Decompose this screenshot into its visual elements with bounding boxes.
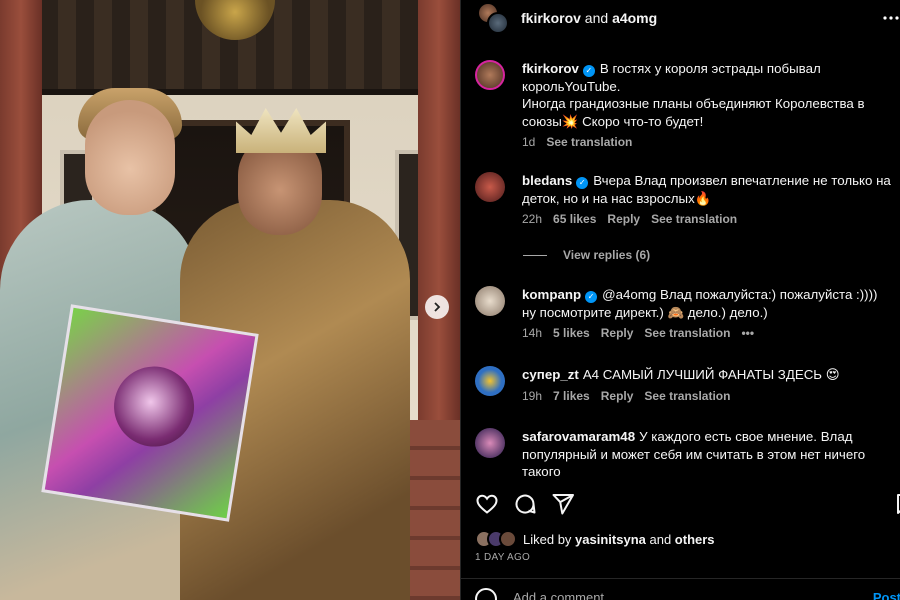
caption-time: 1d (522, 135, 536, 149)
caption-username[interactable]: fkirkorov (522, 61, 579, 76)
verified-badge-icon: ✓ (576, 177, 589, 189)
comment-meta: 14h 5 likes Reply See translation ••• (522, 325, 892, 343)
post-button[interactable]: Post (873, 590, 900, 600)
divider (461, 578, 900, 579)
comment-username[interactable]: супер_zt (522, 367, 579, 382)
caption-body: fkirkorov ✓ В гостях у короля эстрады побы… (522, 60, 892, 152)
likes-text: Liked by yasinitsyna and others (523, 532, 715, 547)
photo-box-eye (108, 360, 200, 453)
comment-body: kompanp ✓ @a4omg Влад пожалуйста:) пожалуй… (522, 286, 892, 343)
comment-meta: 19h 7 likes Reply See translation (522, 388, 892, 406)
likes-user[interactable]: yasinitsyna (575, 532, 646, 547)
comment-username[interactable]: safarovamaram48 (522, 429, 635, 444)
likes-summary: Liked by yasinitsyna and others (475, 530, 715, 548)
view-replies-label: View replies (6) (563, 248, 651, 262)
caption-row: fkirkorov ✓ В гостях у короля эстрады побы… (475, 60, 895, 152)
comment-time: 19h (522, 388, 543, 403)
caption-meta: 1d See translation (522, 134, 892, 152)
view-replies-button[interactable]: View replies (6) (523, 248, 650, 262)
comment-likes[interactable]: 7 likes (553, 388, 590, 406)
comment-icon[interactable] (513, 492, 537, 516)
comment-bar: Post (461, 582, 900, 600)
avatar[interactable] (475, 60, 505, 90)
reply-button[interactable]: Reply (607, 211, 640, 229)
comment-time: 14h (522, 326, 543, 340)
see-translation-button[interactable]: See translation (651, 211, 737, 229)
caption-text-rest: корольYouTube. Иногда грандиозные планы … (522, 78, 865, 129)
avatar (499, 530, 517, 548)
comment-input[interactable] (513, 590, 833, 600)
comment-username[interactable]: bledans (522, 173, 572, 188)
comments-list[interactable]: fkirkorov ✓ В гостях у короля эстрады побы… (461, 50, 900, 480)
comment-meta: 22h 65 likes Reply See translation (522, 211, 892, 229)
avatar-stack[interactable] (477, 2, 509, 34)
see-translation-button[interactable]: See translation (644, 388, 730, 406)
header-and: and (580, 10, 613, 26)
photo-gift-box (41, 304, 259, 522)
action-bar (461, 490, 900, 518)
see-translation-button[interactable]: See translation (546, 134, 632, 152)
photo-head-left (85, 100, 175, 215)
comment-item: safarovamaram48 У каждого есть свое мнени… (475, 428, 895, 480)
reply-button[interactable]: Reply (601, 388, 634, 406)
emoji-icon[interactable] (475, 588, 497, 600)
share-icon[interactable] (551, 492, 575, 516)
post-timestamp: 1 DAY AGO (475, 552, 531, 563)
verified-badge-icon: ✓ (582, 65, 595, 77)
more-icon[interactable] (881, 8, 900, 28)
comment-body: супер_zt А4 САМЫЙ ЛУЧШИЙ ФАНАТЫ ЗДЕСЬ 😍 1… (522, 366, 892, 405)
likes-prefix: Liked by (523, 531, 576, 547)
avatar[interactable] (475, 428, 505, 458)
avatar[interactable] (475, 286, 505, 316)
comment-body: bledans ✓ Вчера Влад произвел впечатление … (522, 172, 892, 229)
comment-body: safarovamaram48 У каждого есть свое мнени… (522, 428, 892, 480)
avatar[interactable] (475, 366, 505, 396)
comment-time: 22h (522, 212, 543, 226)
comment-item: супер_zt А4 САМЫЙ ЛУЧШИЙ ФАНАТЫ ЗДЕСЬ 😍 1… (475, 366, 895, 405)
avatar (487, 12, 509, 34)
post-sidebar: fkirkorov and a4omg fkirkorov ✓ В гостях у… (460, 0, 900, 600)
see-translation-button[interactable]: See translation (644, 325, 730, 343)
comment-likes[interactable]: 5 likes (553, 325, 590, 343)
bookmark-icon[interactable] (893, 492, 900, 516)
post-header: fkirkorov and a4omg (461, 0, 900, 36)
comment-text: А4 САМЫЙ ЛУЧШИЙ ФАНАТЫ ЗДЕСЬ 😍 (582, 367, 840, 382)
comment-item: bledans ✓ Вчера Влад произвел впечатление … (475, 172, 895, 229)
heart-icon[interactable] (475, 492, 499, 516)
verified-badge-icon: ✓ (585, 291, 598, 303)
caption-text: В гостях у короля эстрады побывал (599, 61, 821, 76)
chevron-right-icon[interactable] (425, 295, 449, 319)
likes-others[interactable]: others (675, 532, 715, 547)
comment-likes[interactable]: 65 likes (553, 211, 596, 229)
likes-and: and (645, 531, 675, 547)
header-user1[interactable]: fkirkorov (521, 10, 581, 26)
comment-username[interactable]: kompanp (522, 287, 581, 302)
more-options-icon[interactable]: ••• (741, 325, 754, 343)
header-usernames[interactable]: fkirkorov and a4omg (521, 10, 657, 26)
comment-item: kompanp ✓ @a4omg Влад пожалуйста:) пожалуй… (475, 286, 895, 343)
replies-line (523, 254, 547, 256)
avatar[interactable] (475, 172, 505, 202)
reply-button[interactable]: Reply (601, 325, 634, 343)
header-user2[interactable]: a4omg (612, 10, 657, 26)
post-photo[interactable] (0, 0, 460, 600)
